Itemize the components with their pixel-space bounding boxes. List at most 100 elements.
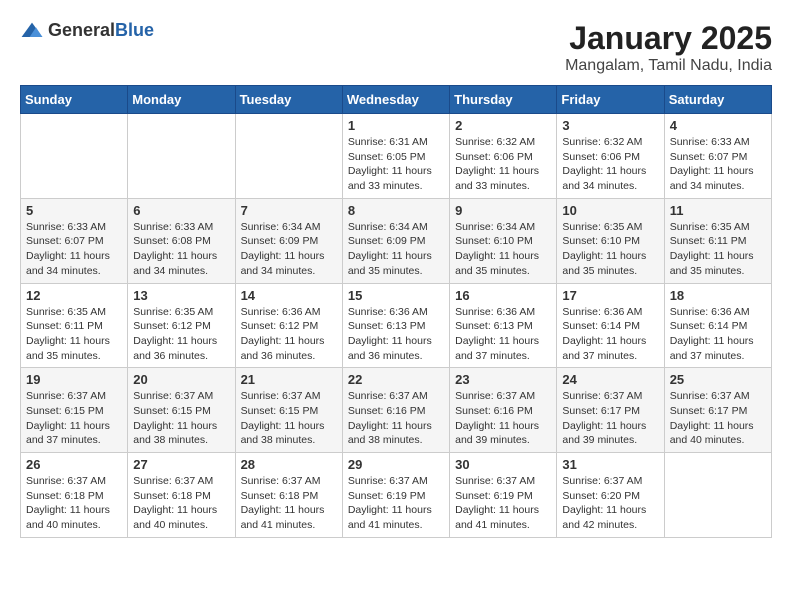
- day-info: Sunrise: 6:36 AM Sunset: 6:13 PM Dayligh…: [455, 305, 551, 364]
- calendar-cell: 25Sunrise: 6:37 AM Sunset: 6:17 PM Dayli…: [664, 368, 771, 453]
- day-number: 9: [455, 203, 551, 218]
- calendar-cell: 21Sunrise: 6:37 AM Sunset: 6:15 PM Dayli…: [235, 368, 342, 453]
- logo-icon: [20, 21, 44, 41]
- day-number: 1: [348, 118, 444, 133]
- calendar-cell: 3 Sunrise: 6:32 AM Sunset: 6:06 PM Daylig…: [557, 114, 664, 199]
- day-info: Sunrise: 6:37 AM Sunset: 6:16 PM Dayligh…: [348, 389, 444, 448]
- day-number: 15: [348, 288, 444, 303]
- day-info: Sunrise: 6:34 AM Sunset: 6:09 PM Dayligh…: [348, 220, 444, 279]
- day-info: Sunrise: 6:37 AM Sunset: 6:15 PM Dayligh…: [241, 389, 337, 448]
- day-info: Sunrise: 6:35 AM Sunset: 6:11 PM Dayligh…: [26, 305, 122, 364]
- day-number: 14: [241, 288, 337, 303]
- calendar-week-row: 5 Sunrise: 6:33 AM Sunset: 6:07 PM Daylig…: [21, 198, 772, 283]
- day-number: 10: [562, 203, 658, 218]
- day-info: Sunrise: 6:37 AM Sunset: 6:17 PM Dayligh…: [562, 389, 658, 448]
- day-info: Sunrise: 6:36 AM Sunset: 6:13 PM Dayligh…: [348, 305, 444, 364]
- weekday-header-saturday: Saturday: [664, 86, 771, 114]
- day-info: Sunrise: 6:36 AM Sunset: 6:12 PM Dayligh…: [241, 305, 337, 364]
- calendar-week-row: 19Sunrise: 6:37 AM Sunset: 6:15 PM Dayli…: [21, 368, 772, 453]
- calendar-cell: 16 Sunrise: 6:36 AM Sunset: 6:13 PM Dayli…: [450, 283, 557, 368]
- day-number: 26: [26, 457, 122, 472]
- day-number: 8: [348, 203, 444, 218]
- weekday-header-row: SundayMondayTuesdayWednesdayThursdayFrid…: [21, 86, 772, 114]
- calendar-cell: 4 Sunrise: 6:33 AM Sunset: 6:07 PM Daylig…: [664, 114, 771, 199]
- calendar-cell: 10 Sunrise: 6:35 AM Sunset: 6:10 PM Dayli…: [557, 198, 664, 283]
- calendar-cell: 14 Sunrise: 6:36 AM Sunset: 6:12 PM Dayli…: [235, 283, 342, 368]
- location-subtitle: Mangalam, Tamil Nadu, India: [565, 57, 772, 75]
- calendar-cell: 7Sunrise: 6:34 AM Sunset: 6:09 PM Daylig…: [235, 198, 342, 283]
- calendar-cell: [21, 114, 128, 199]
- day-info: Sunrise: 6:32 AM Sunset: 6:06 PM Dayligh…: [562, 135, 658, 194]
- title-block: January 2025 Mangalam, Tamil Nadu, India: [565, 20, 772, 75]
- calendar-cell: 30Sunrise: 6:37 AM Sunset: 6:19 PM Dayli…: [450, 453, 557, 538]
- calendar-cell: 17Sunrise: 6:36 AM Sunset: 6:14 PM Dayli…: [557, 283, 664, 368]
- weekday-header-friday: Friday: [557, 86, 664, 114]
- calendar-cell: 29 Sunrise: 6:37 AM Sunset: 6:19 PM Dayli…: [342, 453, 449, 538]
- day-number: 3: [562, 118, 658, 133]
- day-info: Sunrise: 6:37 AM Sunset: 6:19 PM Dayligh…: [348, 474, 444, 533]
- calendar-cell: 5 Sunrise: 6:33 AM Sunset: 6:07 PM Daylig…: [21, 198, 128, 283]
- day-info: Sunrise: 6:36 AM Sunset: 6:14 PM Dayligh…: [670, 305, 766, 364]
- day-number: 27: [133, 457, 229, 472]
- calendar-cell: 1Sunrise: 6:31 AM Sunset: 6:05 PM Daylig…: [342, 114, 449, 199]
- day-info: Sunrise: 6:32 AM Sunset: 6:06 PM Dayligh…: [455, 135, 551, 194]
- calendar-cell: 15 Sunrise: 6:36 AM Sunset: 6:13 PM Dayli…: [342, 283, 449, 368]
- weekday-header-wednesday: Wednesday: [342, 86, 449, 114]
- day-info: Sunrise: 6:33 AM Sunset: 6:07 PM Dayligh…: [670, 135, 766, 194]
- calendar-cell: 2 Sunrise: 6:32 AM Sunset: 6:06 PM Daylig…: [450, 114, 557, 199]
- day-number: 17: [562, 288, 658, 303]
- day-info: Sunrise: 6:35 AM Sunset: 6:10 PM Dayligh…: [562, 220, 658, 279]
- day-info: Sunrise: 6:35 AM Sunset: 6:11 PM Dayligh…: [670, 220, 766, 279]
- calendar-cell: [128, 114, 235, 199]
- day-info: Sunrise: 6:37 AM Sunset: 6:18 PM Dayligh…: [241, 474, 337, 533]
- calendar-cell: 12 Sunrise: 6:35 AM Sunset: 6:11 PM Dayli…: [21, 283, 128, 368]
- calendar-cell: 19Sunrise: 6:37 AM Sunset: 6:15 PM Dayli…: [21, 368, 128, 453]
- calendar-cell: [664, 453, 771, 538]
- calendar-cell: [235, 114, 342, 199]
- day-number: 29: [348, 457, 444, 472]
- calendar-cell: 20Sunrise: 6:37 AM Sunset: 6:15 PM Dayli…: [128, 368, 235, 453]
- weekday-header-monday: Monday: [128, 86, 235, 114]
- day-info: Sunrise: 6:33 AM Sunset: 6:08 PM Dayligh…: [133, 220, 229, 279]
- calendar-cell: 18 Sunrise: 6:36 AM Sunset: 6:14 PM Dayli…: [664, 283, 771, 368]
- day-number: 31: [562, 457, 658, 472]
- day-info: Sunrise: 6:37 AM Sunset: 6:15 PM Dayligh…: [26, 389, 122, 448]
- day-info: Sunrise: 6:37 AM Sunset: 6:20 PM Dayligh…: [562, 474, 658, 533]
- calendar-cell: 23 Sunrise: 6:37 AM Sunset: 6:16 PM Dayli…: [450, 368, 557, 453]
- calendar-cell: 24 Sunrise: 6:37 AM Sunset: 6:17 PM Dayli…: [557, 368, 664, 453]
- day-number: 4: [670, 118, 766, 133]
- day-number: 6: [133, 203, 229, 218]
- weekday-header-tuesday: Tuesday: [235, 86, 342, 114]
- calendar-cell: 9Sunrise: 6:34 AM Sunset: 6:10 PM Daylig…: [450, 198, 557, 283]
- weekday-header-sunday: Sunday: [21, 86, 128, 114]
- day-number: 23: [455, 372, 551, 387]
- day-number: 5: [26, 203, 122, 218]
- day-number: 12: [26, 288, 122, 303]
- calendar-cell: 31 Sunrise: 6:37 AM Sunset: 6:20 PM Dayli…: [557, 453, 664, 538]
- calendar-table: SundayMondayTuesdayWednesdayThursdayFrid…: [20, 85, 772, 538]
- calendar-cell: 22Sunrise: 6:37 AM Sunset: 6:16 PM Dayli…: [342, 368, 449, 453]
- day-number: 28: [241, 457, 337, 472]
- day-info: Sunrise: 6:37 AM Sunset: 6:18 PM Dayligh…: [26, 474, 122, 533]
- day-number: 24: [562, 372, 658, 387]
- calendar-cell: 6 Sunrise: 6:33 AM Sunset: 6:08 PM Daylig…: [128, 198, 235, 283]
- calendar-week-row: 26 Sunrise: 6:37 AM Sunset: 6:18 PM Dayli…: [21, 453, 772, 538]
- day-info: Sunrise: 6:35 AM Sunset: 6:12 PM Dayligh…: [133, 305, 229, 364]
- logo-general: General: [48, 20, 115, 40]
- calendar-cell: 27Sunrise: 6:37 AM Sunset: 6:18 PM Dayli…: [128, 453, 235, 538]
- calendar-cell: 8 Sunrise: 6:34 AM Sunset: 6:09 PM Daylig…: [342, 198, 449, 283]
- calendar-week-row: 1Sunrise: 6:31 AM Sunset: 6:05 PM Daylig…: [21, 114, 772, 199]
- day-number: 11: [670, 203, 766, 218]
- day-number: 16: [455, 288, 551, 303]
- day-number: 20: [133, 372, 229, 387]
- day-info: Sunrise: 6:37 AM Sunset: 6:16 PM Dayligh…: [455, 389, 551, 448]
- day-number: 18: [670, 288, 766, 303]
- month-year-title: January 2025: [565, 20, 772, 57]
- calendar-cell: 13Sunrise: 6:35 AM Sunset: 6:12 PM Dayli…: [128, 283, 235, 368]
- day-info: Sunrise: 6:33 AM Sunset: 6:07 PM Dayligh…: [26, 220, 122, 279]
- day-number: 7: [241, 203, 337, 218]
- day-number: 2: [455, 118, 551, 133]
- logo-blue: Blue: [115, 20, 154, 40]
- weekday-header-thursday: Thursday: [450, 86, 557, 114]
- calendar-week-row: 12 Sunrise: 6:35 AM Sunset: 6:11 PM Dayli…: [21, 283, 772, 368]
